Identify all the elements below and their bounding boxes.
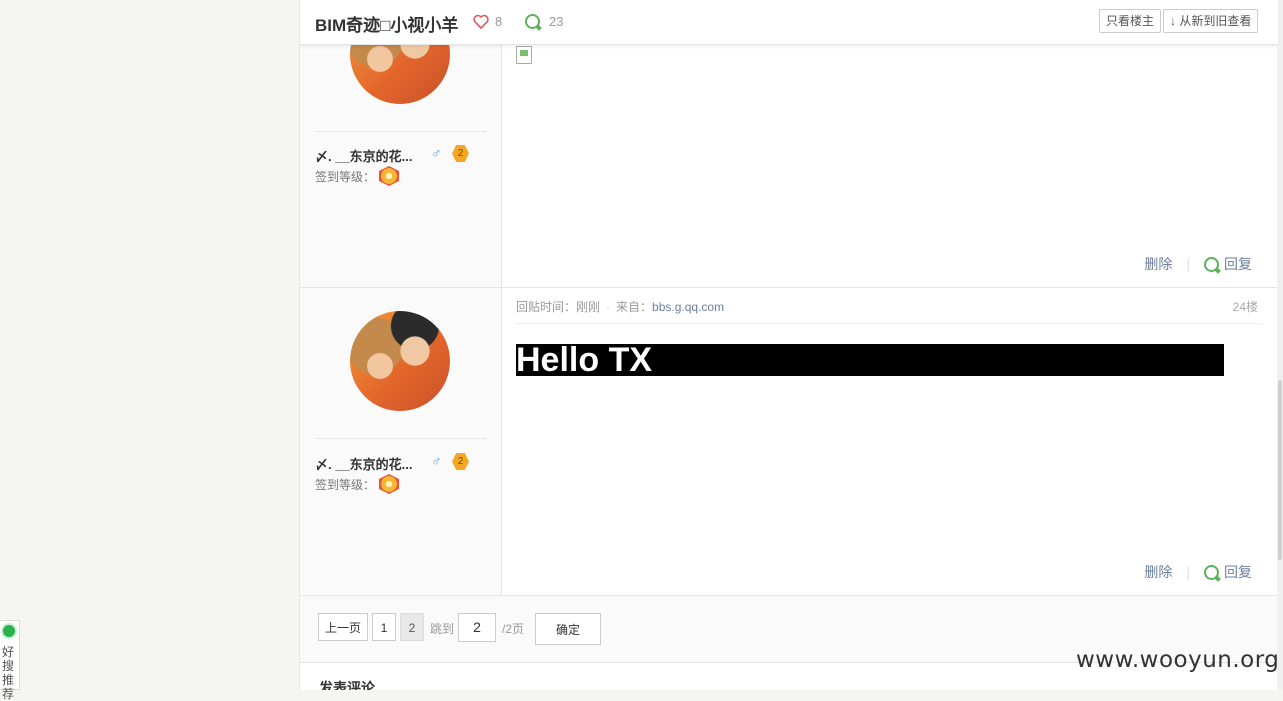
sign-level-label: 签到等级： [315,170,376,184]
level-badge: 2 [452,453,469,470]
meta-separator: · [606,300,611,314]
post-floor-24: 〆. __东京的花... ♂ 2 签到等级： 回贴时间：刚刚 · 来自：bbs.g.… [300,288,1278,596]
avatar[interactable] [350,311,450,411]
thread-main: 〆. __东京的花... ♂ 2 签到等级： 删除 | 回复 〆. __东京的花… [299,0,1279,690]
broken-image-icon [516,46,532,64]
like-count-value: 8 [495,14,503,29]
scrollbar[interactable] [1277,0,1283,690]
thread-title: BIM奇迹□小视小羊 [315,16,459,35]
haosou-logo-icon [3,625,15,637]
author-divider [315,438,486,439]
page-button-1[interactable]: 1 [372,613,396,641]
comment-icon [525,14,540,29]
reply-button[interactable]: 回复 [1204,562,1252,582]
jump-page-input[interactable]: 2 [458,613,496,642]
post-source-label: 来自： [616,300,653,314]
page-button-2[interactable]: 2 [400,613,424,641]
jump-label: 跳到 [430,622,455,636]
like-count[interactable]: 8 [473,14,502,29]
reply-label: 回复 [1224,256,1252,272]
sign-level-icon [379,474,399,494]
prev-page-button[interactable]: 上一页 [318,613,368,641]
sign-level-icon [379,166,399,186]
author-name[interactable]: 〆. __东京的花... [315,454,413,473]
meta-divider [516,323,1262,324]
action-separator: | [1186,564,1190,580]
male-icon: ♂ [431,145,442,161]
post-content: 回贴时间：刚刚 · 来自：bbs.g.qq.com 24楼 Hello TX 删除 … [516,288,1262,595]
author-divider [315,131,486,132]
only-op-button[interactable]: 只看楼主 [1099,9,1162,33]
post-author-panel: 〆. __东京的花... ♂ 2 签到等级： [300,288,502,595]
watermark: www.wooyun.org [1076,647,1280,673]
reply-icon [1204,256,1219,272]
scrollbar-thumb[interactable] [1278,380,1282,560]
post-body-text: Hello TX [516,344,1224,376]
reply-icon [1204,564,1219,580]
sign-level-label: 签到等级： [315,478,376,492]
comment-count-value: 23 [549,14,564,29]
heart-icon [473,14,489,29]
post-actions: 删除 | 回复 [1144,254,1252,274]
delete-button[interactable]: 删除 [1144,562,1172,582]
thread-header: BIM奇迹□小视小羊 8 23 只看楼主 ↓ 从新到旧查看 [300,0,1278,45]
reply-button[interactable]: 回复 [1204,254,1252,274]
comment-section-title: 发表评论 [319,680,375,690]
author-name[interactable]: 〆. __东京的花... [315,146,413,165]
floor-number: 24楼 [1232,300,1258,314]
jump-confirm-button[interactable]: 确定 [535,613,601,645]
post-meta: 回贴时间：刚刚 · 来自：bbs.g.qq.com [516,298,724,315]
post-actions: 删除 | 回复 [1144,562,1252,582]
sort-newest-button[interactable]: ↓ 从新到旧查看 [1163,9,1259,33]
delete-button[interactable]: 删除 [1144,254,1172,274]
haosou-widget[interactable]: 好搜推荐 [0,620,20,701]
post-time: 回贴时间：刚刚 [516,300,601,314]
level-badge: 2 [452,145,469,162]
male-icon: ♂ [431,453,442,469]
action-separator: | [1186,256,1190,272]
reply-label: 回复 [1224,564,1252,580]
post-source-link[interactable]: bbs.g.qq.com [652,300,724,314]
comment-count[interactable]: 23 [525,14,563,29]
haosou-label: 好搜推荐 [2,645,15,701]
total-pages-label: /2页 [502,622,525,636]
